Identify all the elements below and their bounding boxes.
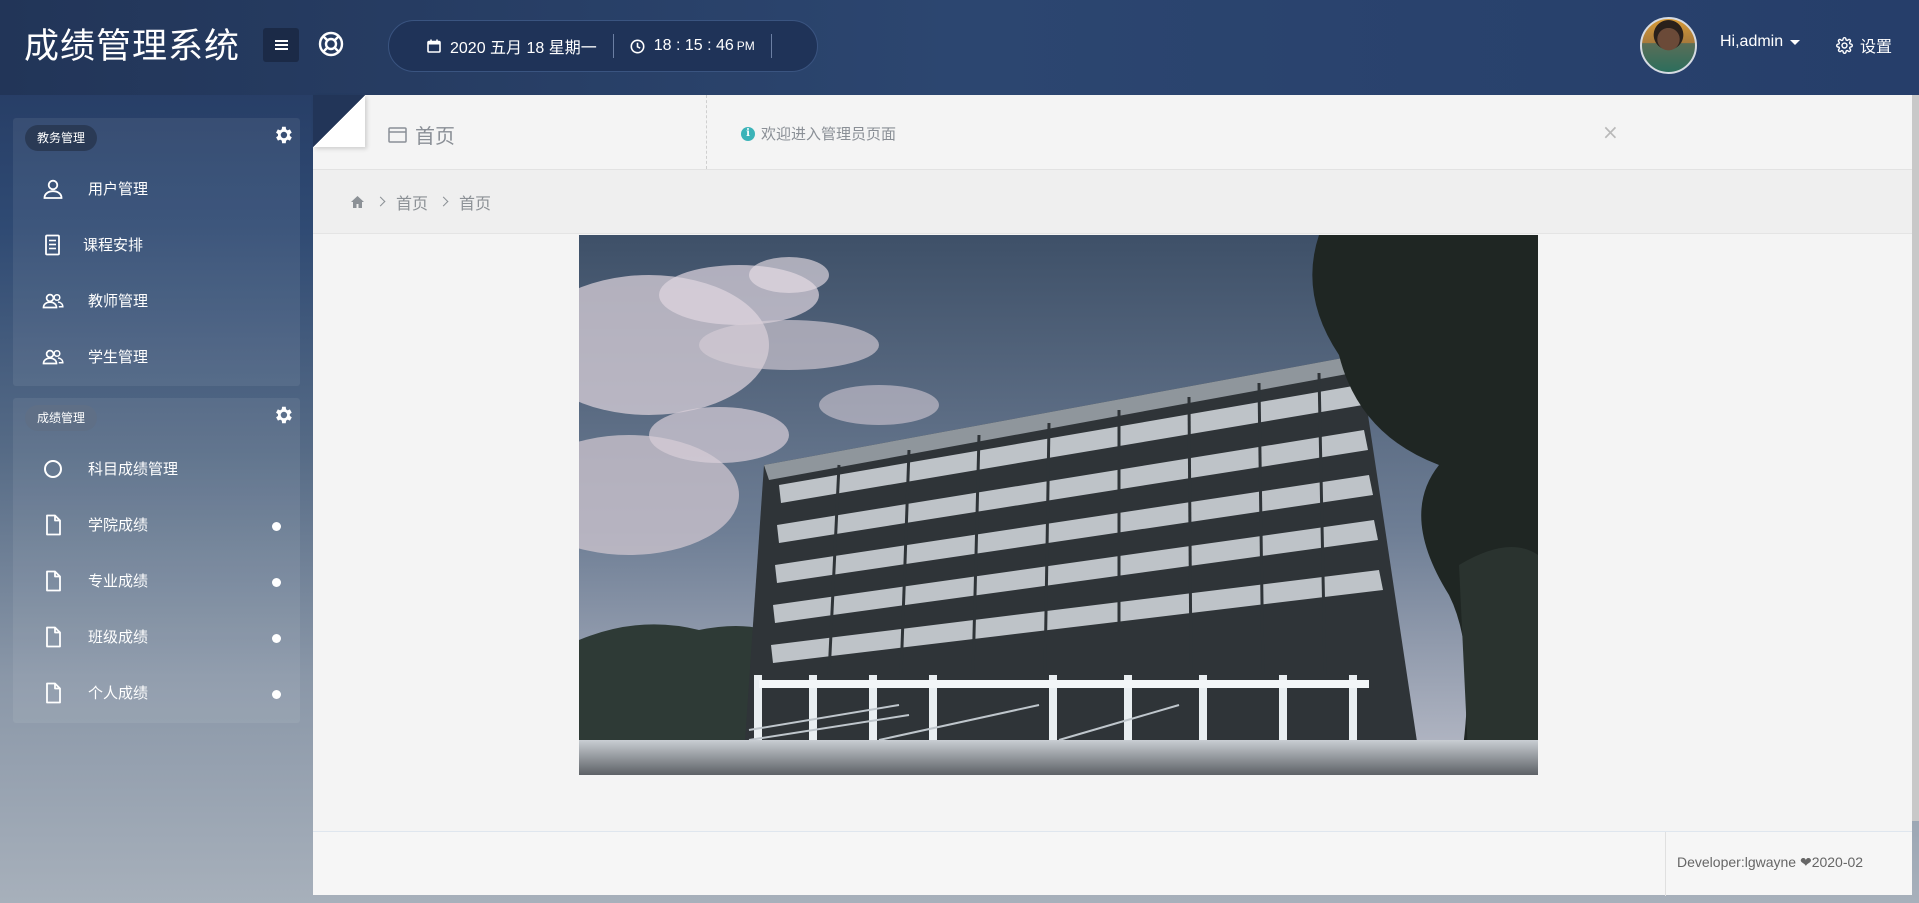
file-icon xyxy=(46,682,61,704)
welcome-message: i 欢迎进入管理员页面 xyxy=(741,123,896,144)
gear-icon xyxy=(1836,36,1853,54)
sidebar-item-major-grades[interactable]: 专业成绩 xyxy=(13,560,300,600)
window-icon xyxy=(388,126,407,143)
caret-down-icon xyxy=(1790,39,1801,45)
document-list-icon xyxy=(45,234,60,256)
time-display: 18 : 15 : 46 PM xyxy=(630,37,755,55)
sidebar-item-user-management[interactable]: 用户管理 xyxy=(13,168,300,208)
sidebar-item-label: 学生管理 xyxy=(88,347,149,366)
sidebar-item-label: 教师管理 xyxy=(88,291,149,310)
welcome-text: 欢迎进入管理员页面 xyxy=(761,125,897,143)
lifebuoy-icon[interactable] xyxy=(317,30,345,58)
sidebar-item-student-management[interactable]: 学生管理 xyxy=(13,336,300,376)
datetime-divider xyxy=(612,34,614,58)
datetime-display: 2020 五月 18 星期一 18 : 15 : 46 PM xyxy=(388,20,818,72)
file-icon xyxy=(46,570,61,592)
app-title: 成绩管理系统 xyxy=(24,27,241,67)
breadcrumb-item: 首页 xyxy=(459,193,492,213)
corner-fold-decoration xyxy=(313,95,365,147)
sidebar-item-label: 班级成绩 xyxy=(88,627,149,646)
sidebar-item-label: 用户管理 xyxy=(88,179,149,198)
sidebar-item-label: 科目成绩管理 xyxy=(88,459,179,478)
status-dot xyxy=(272,522,281,531)
user-icon xyxy=(43,179,63,199)
users-icon xyxy=(42,349,64,365)
chevron-right-icon xyxy=(375,196,386,207)
chevron-right-icon xyxy=(438,196,449,207)
info-icon: i xyxy=(741,126,755,141)
menu-toggle-button[interactable] xyxy=(263,28,299,62)
sidebar-item-teacher-management[interactable]: 教师管理 xyxy=(13,280,300,320)
sidebar-group-label: 成绩管理 xyxy=(25,405,98,431)
clock-icon xyxy=(630,39,645,53)
campus-building-image xyxy=(579,235,1538,775)
sidebar-item-label: 课程安排 xyxy=(83,235,144,254)
avatar[interactable] xyxy=(1640,17,1697,74)
sidebar-item-class-grades[interactable]: 班级成绩 xyxy=(13,616,300,656)
gear-icon[interactable] xyxy=(272,404,294,426)
status-dot xyxy=(272,578,281,587)
close-button[interactable]: × xyxy=(1602,120,1619,144)
sidebar-item-label: 专业成绩 xyxy=(88,571,149,590)
settings-label: 设置 xyxy=(1860,37,1893,56)
home-icon[interactable] xyxy=(350,195,365,209)
status-dot xyxy=(272,634,281,643)
breadcrumb-item[interactable]: 首页 xyxy=(396,190,428,214)
date-display: 2020 五月 18 星期一 xyxy=(427,34,597,58)
file-icon xyxy=(46,626,61,648)
sidebar-group-grades: 成绩管理 科目成绩管理 学院成绩 专业成绩 班级成绩 个人成绩 xyxy=(13,398,300,723)
datetime-divider-end xyxy=(770,34,772,58)
date-text: 2020 五月 18 星期一 xyxy=(450,40,597,57)
tab-label: 首页 xyxy=(415,124,455,148)
status-dot xyxy=(272,690,281,699)
sidebar-group-academic: 教务管理 用户管理 课程安排 教师管理 学生管理 xyxy=(13,118,300,386)
time-ampm: PM xyxy=(736,39,755,53)
sidebar-item-subject-grades[interactable]: 科目成绩管理 xyxy=(13,448,300,488)
user-menu-dropdown[interactable]: Hi,admin xyxy=(1720,33,1801,51)
footer: Developer:lgwayne ❤2020-02 xyxy=(313,831,1912,896)
main-content: 首页 i 欢迎进入管理员页面 × 首页 首页 Developer:lgwayne… xyxy=(313,95,1912,896)
tab-home[interactable]: 首页 xyxy=(388,120,455,149)
sidebar-group-label: 教务管理 xyxy=(25,125,98,151)
file-icon xyxy=(46,514,61,536)
hamburger-icon xyxy=(274,44,288,46)
scrollbar[interactable] xyxy=(1912,95,1919,821)
sidebar-item-label: 个人成绩 xyxy=(88,683,149,702)
developer-credit: Developer:lgwayne ❤2020-02 xyxy=(1677,854,1864,870)
tab-divider xyxy=(706,95,707,169)
calendar-icon xyxy=(427,39,441,53)
user-greeting: Hi,admin xyxy=(1720,33,1784,50)
tab-header: 首页 i 欢迎进入管理员页面 × xyxy=(313,95,1912,170)
circle-icon xyxy=(44,460,62,478)
settings-link[interactable]: 设置 xyxy=(1836,33,1892,57)
time-text: 18 : 15 : 46 xyxy=(653,37,734,54)
breadcrumb: 首页 首页 xyxy=(313,170,1912,234)
sidebar-item-label: 学院成绩 xyxy=(88,515,149,534)
users-icon xyxy=(42,293,64,309)
sidebar-item-course-schedule[interactable]: 课程安排 xyxy=(13,224,300,264)
top-navbar: 成绩管理系统 2020 五月 18 星期一 18: 15: 46 PM Hi… xyxy=(0,0,1919,95)
gear-icon[interactable] xyxy=(272,124,294,146)
sidebar-item-personal-grades[interactable]: 个人成绩 xyxy=(13,672,300,712)
footer-divider xyxy=(1665,832,1666,896)
sidebar-item-college-grades[interactable]: 学院成绩 xyxy=(13,504,300,544)
